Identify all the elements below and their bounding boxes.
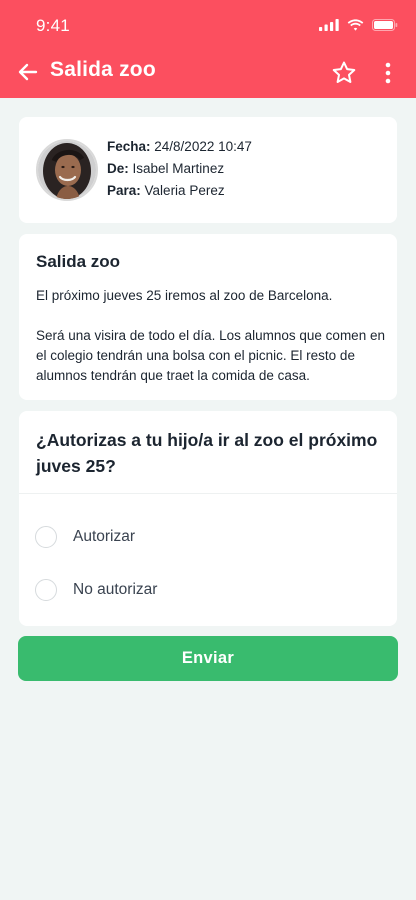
favorite-button[interactable] <box>331 60 357 86</box>
send-button[interactable]: Enviar <box>18 636 398 681</box>
from-label: De: <box>107 161 129 176</box>
app-header: 9:41 Salida zoo <box>0 0 416 98</box>
date-value: 24/8/2022 10:47 <box>154 139 252 154</box>
option-label: No autorizar <box>73 581 158 598</box>
page-title: Salida zoo <box>50 58 156 81</box>
more-vertical-icon <box>385 62 391 84</box>
meta-date: Fecha: 24/8/2022 10:47 <box>107 139 252 154</box>
status-icons <box>319 18 398 36</box>
star-icon <box>332 61 356 83</box>
question-title: ¿Autorizas a tu hijo/a ir al zoo el próx… <box>36 430 378 476</box>
from-value: Isabel Martinez <box>132 161 225 176</box>
signal-icon <box>319 18 339 36</box>
radio-button[interactable] <box>35 579 57 601</box>
question-card: ¿Autorizas a tu hijo/a ir al zoo el próx… <box>19 411 397 626</box>
option-authorize[interactable]: Autorizar <box>35 519 375 555</box>
back-button[interactable] <box>16 60 40 84</box>
option-not-authorize[interactable]: No autorizar <box>35 572 375 608</box>
message-meta-card: Fecha: 24/8/2022 10:47 De: Isabel Martin… <box>19 117 397 223</box>
status-time: 9:41 <box>36 16 70 35</box>
message-card: Salida zoo El próximo jueves 25 iremos a… <box>19 234 397 400</box>
message-paragraph: Será una visira de todo el día. Los alum… <box>36 328 385 383</box>
to-label: Para: <box>107 183 141 198</box>
meta-to: Para: Valeria Perez <box>107 183 225 198</box>
option-label: Autorizar <box>73 528 136 545</box>
message-title: Salida zoo <box>36 252 121 271</box>
arrow-left-icon <box>18 63 38 81</box>
to-value: Valeria Perez <box>144 183 225 198</box>
avatar <box>36 139 98 201</box>
radio-button[interactable] <box>35 526 57 548</box>
date-label: Fecha: <box>107 139 151 154</box>
battery-icon <box>372 18 398 36</box>
divider <box>19 493 397 494</box>
wifi-icon <box>347 18 364 36</box>
message-body: El próximo jueves 25 iremos al zoo de Ba… <box>36 286 386 406</box>
meta-from: De: Isabel Martinez <box>107 161 224 176</box>
message-paragraph: El próximo jueves 25 iremos al zoo de Ba… <box>36 288 333 303</box>
more-options-button[interactable] <box>378 60 398 86</box>
